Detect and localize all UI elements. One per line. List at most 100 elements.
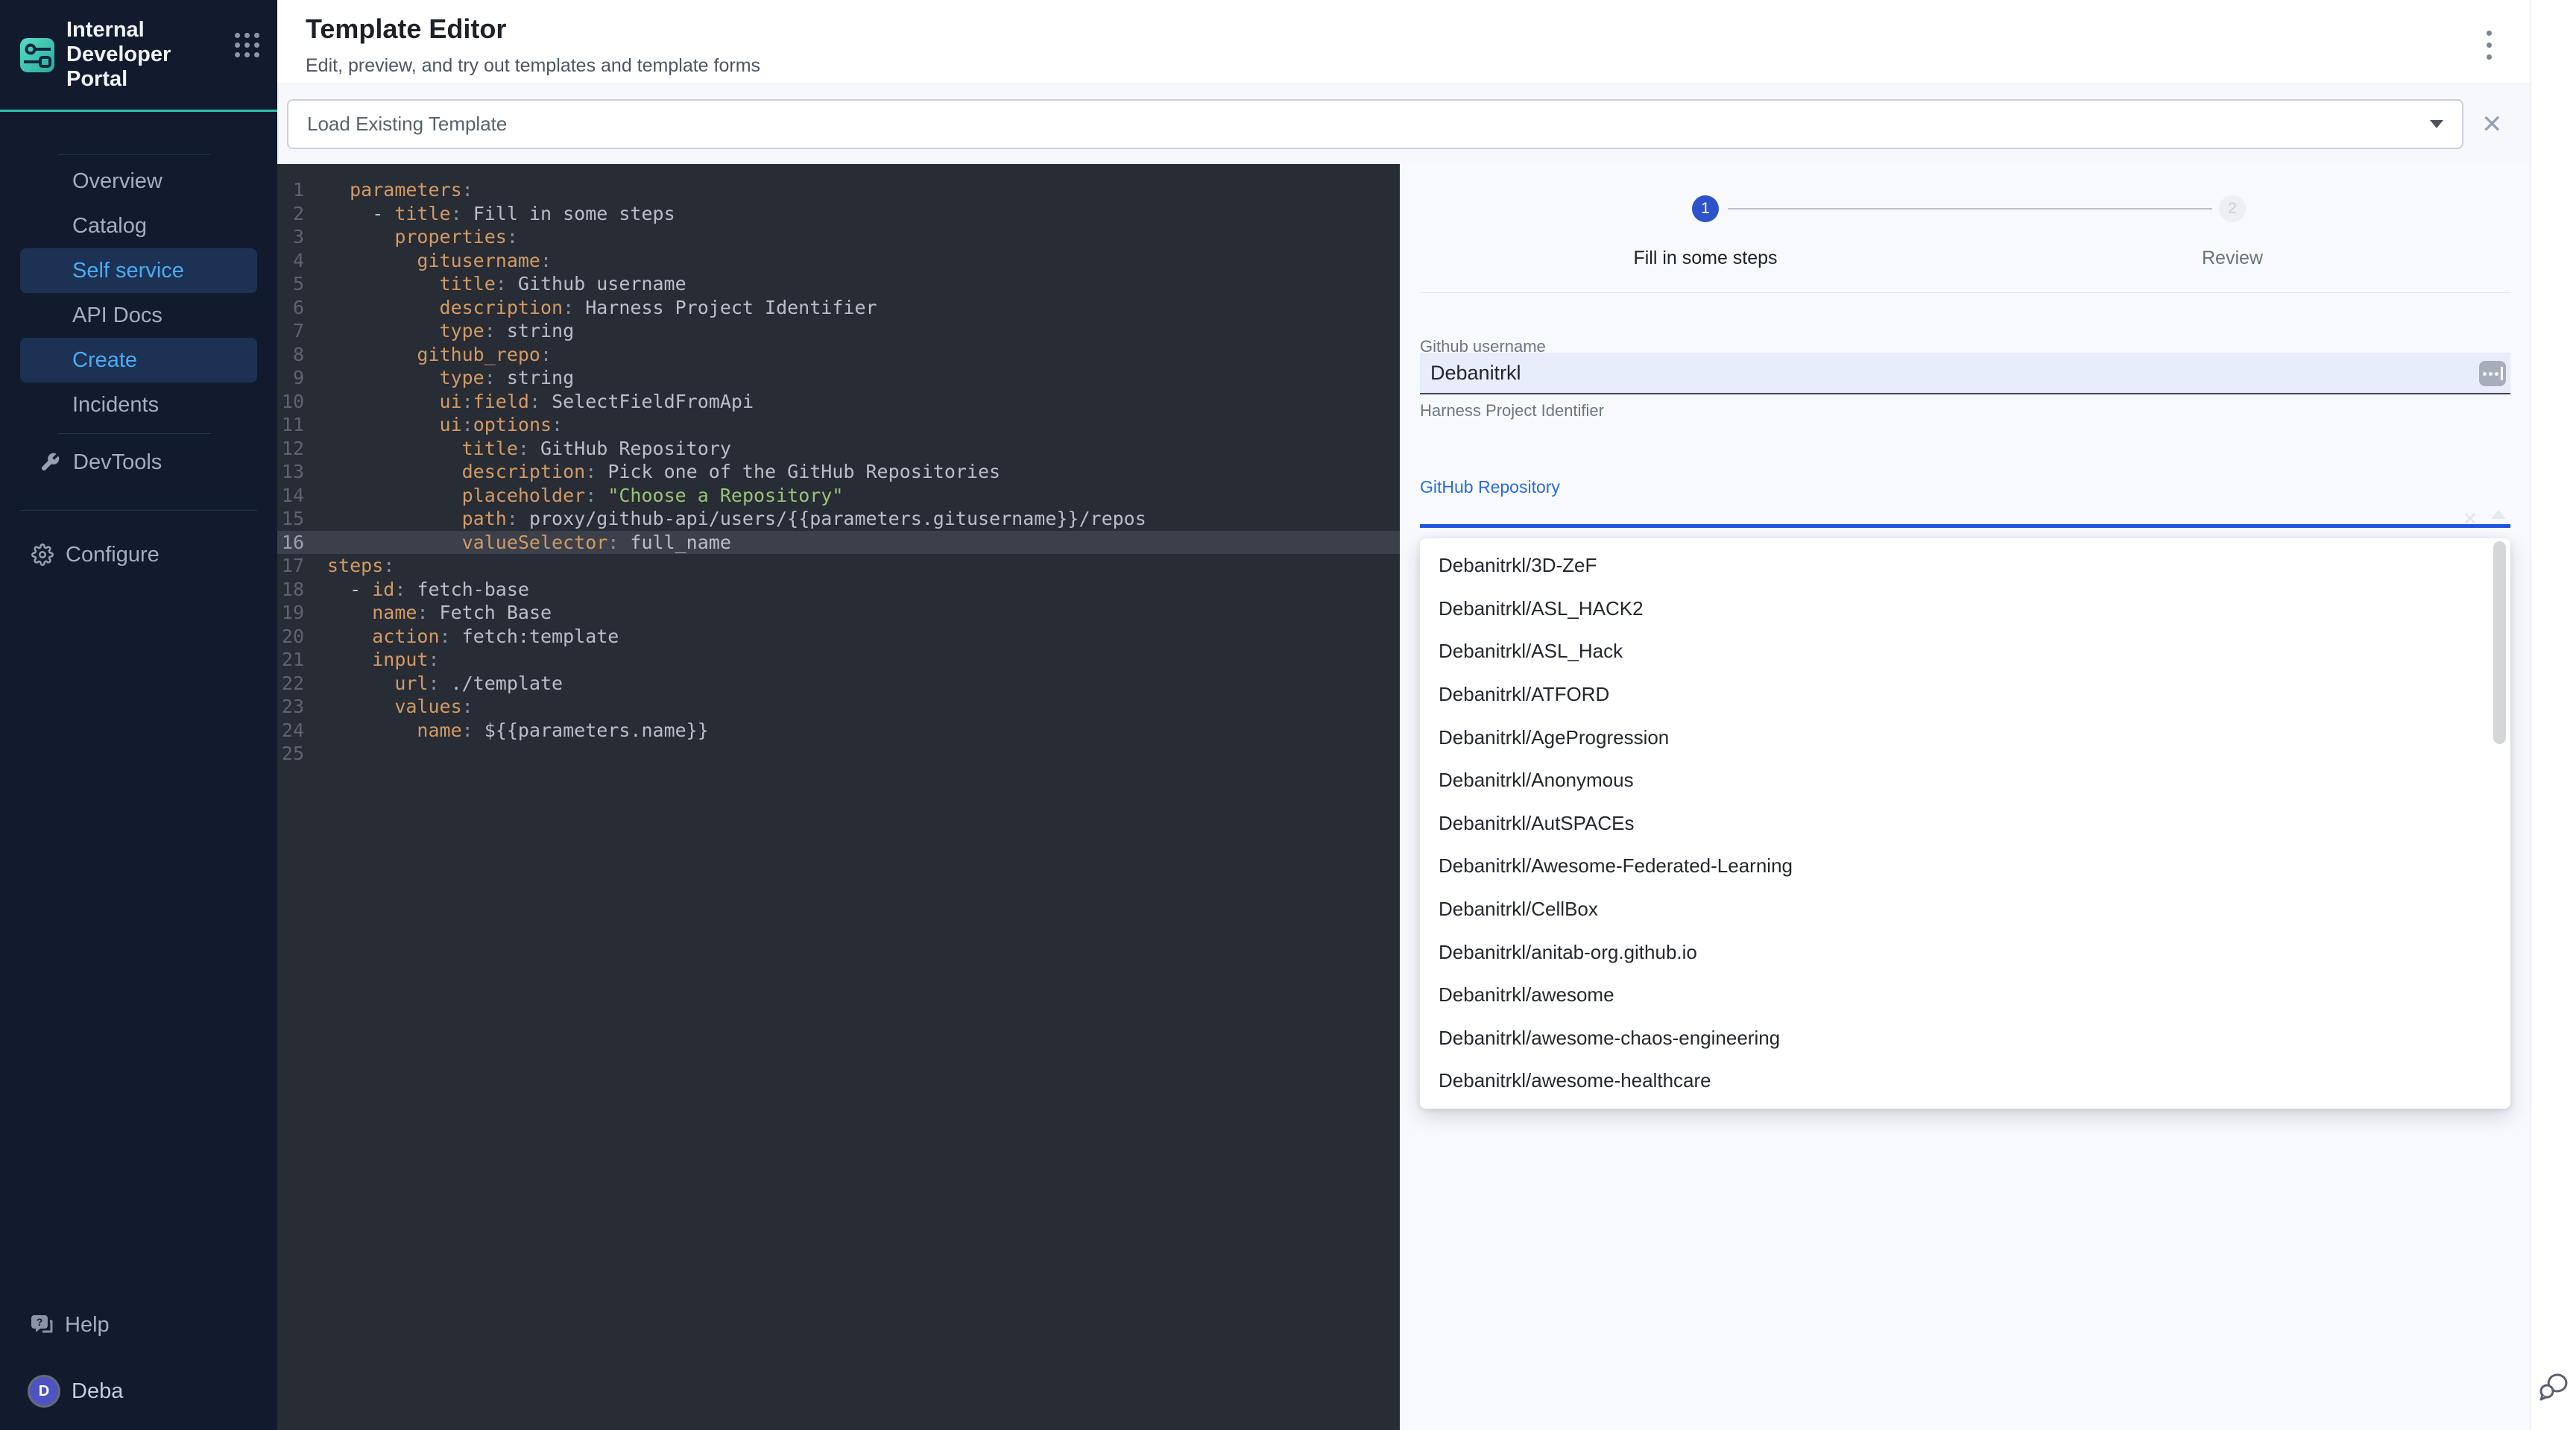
sidebar-item-incidents[interactable]: Incidents (20, 382, 257, 427)
line-number: 2 (277, 202, 304, 226)
content-row: 1 parameters:2 - title: Fill in some ste… (277, 164, 2531, 1430)
chat-support-icon[interactable] (2537, 1368, 2572, 1406)
code-line[interactable]: 22 url: ./template (277, 672, 1400, 696)
code-line[interactable]: 14 placeholder: "Choose a Repository" (277, 484, 1400, 508)
code-text: steps: (327, 554, 394, 578)
repo-options: Debanitrkl/3D-ZeFDebanitrkl/ASL_HACK2Deb… (1420, 544, 2510, 1103)
repo-option[interactable]: Debanitrkl/Awesome-Federated-Learning (1420, 845, 2510, 888)
repo-option[interactable]: Debanitrkl/awesome-chaos-engineering (1420, 1017, 2510, 1060)
sidebar-item-create[interactable]: Create (20, 338, 257, 382)
repo-option[interactable]: Debanitrkl/AgeProgression (1420, 716, 2510, 759)
focus-underline (1420, 524, 2510, 528)
repo-option[interactable]: Debanitrkl/awesome-healthcare (1420, 1059, 2510, 1103)
line-number: 16 (277, 531, 304, 555)
code-line[interactable]: 4 gitusername: (277, 249, 1400, 273)
line-number: 25 (277, 742, 304, 766)
line-number: 14 (277, 484, 304, 508)
code-line[interactable]: 10 ui:field: SelectFieldFromApi (277, 390, 1400, 414)
code-line[interactable]: 24 name: ${{parameters.name}} (277, 719, 1400, 743)
code-line[interactable]: 18 - id: fetch-base (277, 578, 1400, 602)
stepper-label-fill-in-some-steps: Fill in some steps (1594, 248, 1817, 269)
repo-option[interactable]: Debanitrkl/Anonymous (1420, 759, 2510, 802)
repo-option[interactable]: Debanitrkl/3D-ZeF (1420, 544, 2510, 588)
repository-dropdown: Debanitrkl/3D-ZeFDebanitrkl/ASL_HACK2Deb… (1420, 538, 2510, 1109)
code-line[interactable]: 3 properties: (277, 225, 1400, 249)
user-menu[interactable]: D Deba (20, 1369, 257, 1414)
line-number: 5 (277, 272, 304, 296)
code-text: url: ./template (327, 672, 563, 696)
code-line[interactable]: 12 title: GitHub Repository (277, 437, 1400, 461)
code-text: valueSelector: full_name (327, 531, 731, 555)
line-number: 24 (277, 719, 304, 743)
code-line[interactable]: 5 title: Github username (277, 272, 1400, 296)
repo-option[interactable]: Debanitrkl/ATFORD (1420, 673, 2510, 716)
code-line[interactable]: 11 ui:options: (277, 413, 1400, 437)
github-username-input[interactable] (1420, 353, 2510, 394)
sidebar-item-overview[interactable]: Overview (20, 159, 257, 204)
scrollbar-thumb[interactable] (2493, 541, 2506, 744)
code-lines: 1 parameters:2 - title: Fill in some ste… (277, 178, 1400, 766)
code-line[interactable]: 9 type: string (277, 366, 1400, 390)
repo-option[interactable]: Debanitrkl/ASL_HACK2 (1420, 588, 2510, 631)
repo-option[interactable]: Debanitrkl/AutSPACEs (1420, 802, 2510, 845)
help-chat-icon: ? (30, 1314, 54, 1336)
code-line[interactable]: 20 action: fetch:template (277, 625, 1400, 649)
sidebar-item-catalog[interactable]: Catalog (20, 204, 257, 248)
sidebar-divider (58, 154, 211, 155)
code-text: ui:options: (327, 413, 563, 437)
sidebar-item-help[interactable]: ? Help (20, 1303, 257, 1347)
line-number: 15 (277, 507, 304, 531)
repo-option[interactable]: Debanitrkl/anitab-org.github.io (1420, 930, 2510, 974)
code-text: name: Fetch Base (327, 601, 552, 625)
sidebar-divider (58, 433, 211, 434)
code-text: action: fetch:template (327, 625, 619, 649)
code-line[interactable]: 15 path: proxy/github-api/users/{{parame… (277, 507, 1400, 531)
code-line[interactable]: 6 description: Harness Project Identifie… (277, 296, 1400, 320)
code-text: input: (327, 648, 440, 672)
repo-option[interactable]: Debanitrkl/CellBox (1420, 888, 2510, 931)
github-repository-select[interactable]: ✕ (1420, 492, 2510, 524)
sidebar-item-api-docs[interactable]: API Docs (20, 293, 257, 338)
sidebar-item-configure[interactable]: Configure (20, 532, 257, 577)
stepper-divider (1420, 292, 2510, 293)
sidebar-item-self-service[interactable]: Self service (20, 248, 257, 293)
code-text: placeholder: "Choose a Repository" (327, 484, 843, 508)
stepper-label-review: Review (2121, 248, 2344, 269)
repo-option[interactable]: Debanitrkl/ASL_Hack (1420, 630, 2510, 673)
app-grid-icon[interactable] (235, 33, 259, 57)
code-line[interactable]: 25 (277, 742, 1400, 766)
line-number: 18 (277, 578, 304, 602)
line-number: 4 (277, 249, 304, 273)
code-text: name: ${{parameters.name}} (327, 719, 709, 743)
autofill-extension-icon[interactable] (2479, 361, 2506, 386)
code-line[interactable]: 23 values: (277, 695, 1400, 719)
code-text: title: Github username (327, 272, 686, 296)
code-text: - title: Fill in some steps (327, 202, 675, 226)
code-line[interactable]: 13 description: Pick one of the GitHub R… (277, 460, 1400, 484)
code-line[interactable]: 19 name: Fetch Base (277, 601, 1400, 625)
close-icon[interactable]: ✕ (2481, 112, 2503, 137)
code-line[interactable]: 21 input: (277, 648, 1400, 672)
line-number: 23 (277, 695, 304, 719)
gear-icon (31, 544, 54, 566)
code-line[interactable]: 1 parameters: (277, 178, 1400, 202)
repo-option[interactable]: Debanitrkl/awesome (1420, 974, 2510, 1017)
help-label: Help (65, 1313, 110, 1338)
code-line[interactable]: 2 - title: Fill in some steps (277, 202, 1400, 226)
sidebar-item-devtools[interactable]: DevTools (20, 440, 257, 485)
code-text: values: (327, 695, 473, 719)
code-line[interactable]: 8 github_repo: (277, 343, 1400, 367)
line-number: 22 (277, 672, 304, 696)
kebab-menu-icon[interactable] (2484, 28, 2495, 63)
code-text: ui:field: SelectFieldFromApi (327, 390, 754, 414)
stepper-step-1: 1 (1692, 195, 1719, 222)
page-subtitle: Edit, preview, and try out templates and… (306, 55, 2531, 77)
code-line[interactable]: 16 valueSelector: full_name (277, 531, 1400, 555)
code-line[interactable]: 17steps: (277, 554, 1400, 578)
sidebar-logo-row: Internal Developer Portal (0, 0, 277, 112)
dropdown-caret-up-icon[interactable] (2491, 510, 2506, 519)
code-text: github_repo: (327, 343, 552, 367)
code-line[interactable]: 7 type: string (277, 319, 1400, 343)
load-existing-template-select[interactable]: Load Existing Template (287, 99, 2463, 149)
yaml-code-editor[interactable]: 1 parameters:2 - title: Fill in some ste… (277, 164, 1400, 1430)
